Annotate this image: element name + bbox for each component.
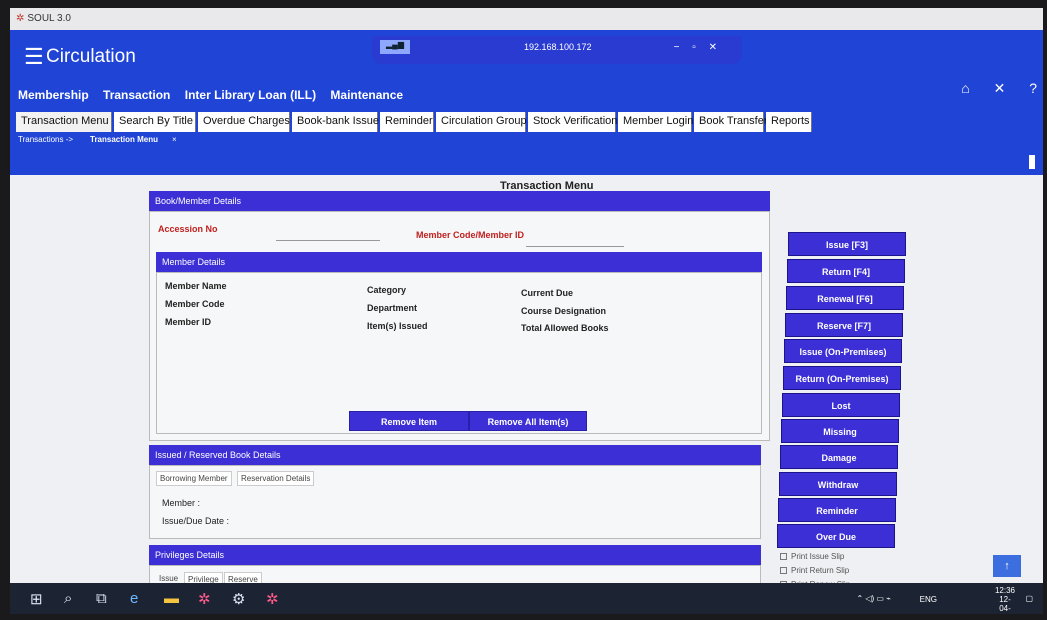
close-icon[interactable]: ✕ <box>994 80 1006 97</box>
checkbox-icon[interactable] <box>780 567 787 575</box>
total-allowed-books-label: Total Allowed Books <box>521 323 609 333</box>
tab-member-login[interactable]: Member Login <box>618 112 693 132</box>
member-details-header: Member Details <box>156 252 762 272</box>
remote-ip: 192.168.100.172 <box>524 42 592 52</box>
breadcrumb: Transactions -> Transaction Menu × <box>10 132 1043 148</box>
checkbox-icon[interactable] <box>780 553 787 561</box>
tab-reminder[interactable]: Reminder <box>380 112 434 132</box>
accession-no-input[interactable] <box>276 240 380 241</box>
member-code-input[interactable] <box>526 246 624 247</box>
language-indicator[interactable]: ENG <box>920 595 937 604</box>
issue-on-premises-button[interactable]: Issue (On-Premises) <box>784 339 902 363</box>
edge-browser-icon[interactable]: e <box>130 590 138 607</box>
home-icon[interactable]: ⌂ <box>961 80 969 96</box>
notifications-icon[interactable]: ▢ <box>1025 594 1033 603</box>
tab-borrowing-member[interactable]: Borrowing Member <box>156 471 232 486</box>
tray-icons[interactable]: ⌃ ◁) ▭ ⌁ <box>856 594 891 603</box>
sub-tabs: Transaction Menu Search By Title Overdue… <box>10 110 1043 132</box>
member-name-label: Member Name <box>165 281 227 291</box>
member-code-detail-label: Member Code <box>165 299 225 309</box>
breadcrumb-current: Transaction Menu <box>90 135 159 144</box>
soul-logo-icon: ✲ <box>16 13 25 24</box>
return-on-premises-button[interactable]: Return (On-Premises) <box>783 366 901 390</box>
over-due-button[interactable]: Over Due <box>777 524 895 548</box>
privileges-header: Privileges Details <box>149 545 761 565</box>
top-navigation: Membership Transaction Inter Library Loa… <box>18 88 414 102</box>
nav-membership[interactable]: Membership <box>18 88 89 102</box>
course-designation-label: Course Designation <box>521 306 607 316</box>
lost-button[interactable]: Lost <box>782 393 900 417</box>
help-icon[interactable]: ? <box>1029 80 1037 96</box>
screen: ✲ SOUL 3.0 ☰ Circulation ▂▄▆ 192.168.100.… <box>10 8 1043 614</box>
missing-button[interactable]: Missing <box>781 419 899 443</box>
reminder-button[interactable]: Reminder <box>778 498 896 522</box>
tab-circulation-group[interactable]: Circulation Group <box>436 112 527 132</box>
issued-reserved-header: Issued / Reserved Book Details <box>149 445 761 465</box>
issue-button[interactable]: Issue [F3] <box>788 232 906 256</box>
remote-window-controls[interactable]: − ▫ ✕ <box>674 42 722 53</box>
content-header-band <box>10 148 1043 175</box>
tab-stock-verification[interactable]: Stock Verification <box>528 112 617 132</box>
current-due-label: Current Due <box>521 288 574 298</box>
member-label: Member : <box>162 498 201 508</box>
department-label: Department <box>367 303 418 313</box>
clock-time: 12:36 <box>994 586 1015 595</box>
settings-gear-icon[interactable]: ⚙ <box>232 590 245 608</box>
tab-book-transfer[interactable]: Book Transfer <box>694 112 767 132</box>
band-marker <box>1029 155 1035 169</box>
clock[interactable]: 12:36 12-04-2023 <box>995 586 1015 614</box>
withdraw-button[interactable]: Withdraw <box>779 472 897 496</box>
soul-app-icon[interactable]: ✲ <box>198 590 211 608</box>
issue-due-date-label: Issue/Due Date : <box>162 516 230 526</box>
remove-all-items-button[interactable]: Remove All Item(s) <box>469 411 587 431</box>
file-explorer-icon[interactable]: ▬ <box>164 590 179 607</box>
main-content: Transaction Menu Book/Member Details Acc… <box>10 175 1043 595</box>
remove-item-button[interactable]: Remove Item <box>349 411 469 431</box>
search-icon[interactable]: ⌕ <box>64 590 72 607</box>
window-titlebar: ✲ SOUL 3.0 <box>10 8 1043 30</box>
member-details-panel: Member Name Member Code Member ID Catego… <box>156 272 762 434</box>
damage-button[interactable]: Damage <box>780 445 898 469</box>
return-button[interactable]: Return [F4] <box>787 259 905 283</box>
print-issue-slip-checkbox[interactable]: Print Issue Slip <box>780 552 844 561</box>
accession-no-label: Accession No <box>158 224 218 234</box>
book-member-panel: Accession No Member Code/Member ID Membe… <box>149 211 770 441</box>
soul-app-active-icon[interactable]: ✲ <box>266 590 279 608</box>
signal-icon: ▂▄▆ <box>380 40 410 54</box>
clock-date: 12-04-2023 <box>996 595 1014 614</box>
scroll-to-top-button[interactable]: ↑ <box>993 555 1021 577</box>
book-member-header: Book/Member Details <box>149 191 770 211</box>
app-header: ☰ Circulation ▂▄▆ 192.168.100.172 − ▫ ✕ … <box>10 30 1043 110</box>
remote-desktop-bar: ▂▄▆ 192.168.100.172 − ▫ ✕ <box>372 36 742 64</box>
member-id-label: Member ID <box>165 317 212 327</box>
nav-transaction[interactable]: Transaction <box>103 88 170 102</box>
nav-ill[interactable]: Inter Library Loan (ILL) <box>185 88 316 102</box>
member-code-label: Member Code/Member ID <box>416 230 525 240</box>
tab-transaction-menu[interactable]: Transaction Menu <box>16 112 112 132</box>
tab-reservation-details[interactable]: Reservation Details <box>237 471 315 486</box>
nav-maintenance[interactable]: Maintenance <box>330 88 403 102</box>
app-title: ✲ SOUL 3.0 <box>16 13 71 24</box>
tab-book-bank-issue[interactable]: Book-bank Issue <box>292 112 379 132</box>
issued-reserved-panel: Borrowing Member Reservation Details Mem… <box>149 465 761 539</box>
hamburger-menu-icon[interactable]: ☰ <box>24 46 44 68</box>
tab-overdue-charges[interactable]: Overdue Charges <box>198 112 290 132</box>
print-return-slip-checkbox[interactable]: Print Return Slip <box>780 566 849 575</box>
category-label: Category <box>367 285 407 295</box>
header-icons: ⌂ ✕ ? <box>941 80 1037 97</box>
windows-taskbar: ⊞ ⌕ ⧉ e ▬ ✲ ⚙ ✲ ⌃ ◁) ▭ ⌁ ENG 12:36 12-04… <box>10 583 1043 614</box>
reserve-button[interactable]: Reserve [F7] <box>785 313 903 337</box>
breadcrumb-transactions[interactable]: Transactions -> <box>18 135 73 144</box>
task-view-icon[interactable]: ⧉ <box>96 590 107 607</box>
tab-reports[interactable]: Reports <box>766 112 812 132</box>
tab-search-by-title[interactable]: Search By Title <box>114 112 196 132</box>
windows-start-icon[interactable]: ⊞ <box>30 590 43 608</box>
arrow-up-icon: ↑ <box>1004 560 1010 572</box>
items-issued-label: Item(s) Issued <box>367 321 428 331</box>
renewal-button[interactable]: Renewal [F6] <box>786 286 904 310</box>
module-title: Circulation <box>46 46 136 67</box>
breadcrumb-close-icon[interactable]: × <box>172 135 177 144</box>
